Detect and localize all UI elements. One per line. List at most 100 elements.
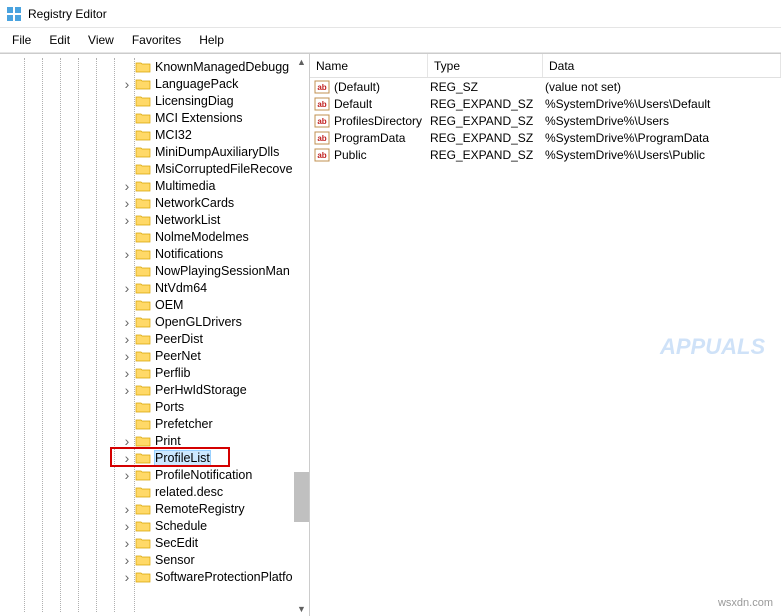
tree-item-label: Notifications (155, 247, 223, 261)
tree-item[interactable]: ›SecEdit (0, 534, 309, 551)
tree-item-label: Ports (155, 400, 184, 414)
column-header-type[interactable]: Type (428, 54, 543, 77)
tree-list[interactable]: KnownManagedDebugg›LanguagePackLicensing… (0, 58, 309, 612)
tree-spacer (120, 145, 134, 159)
chevron-right-icon[interactable]: › (120, 332, 134, 346)
tree-item[interactable]: › SoftwareProtectionPlatfo (0, 568, 309, 585)
tree-item[interactable]: ›PeerNet (0, 347, 309, 364)
tree-spacer (120, 400, 134, 414)
tree-item-label: Multimedia (155, 179, 215, 193)
svg-text:ab: ab (317, 83, 326, 92)
folder-icon (135, 196, 151, 210)
chevron-right-icon[interactable]: › (120, 468, 134, 482)
chevron-right-icon[interactable]: › (120, 247, 134, 261)
chevron-right-icon[interactable]: › (120, 315, 134, 329)
chevron-right-icon[interactable]: › (120, 553, 134, 567)
tree-item[interactable]: ›Perflib (0, 364, 309, 381)
chevron-right-icon[interactable]: › (120, 196, 134, 210)
tree-item-label: SoftwareProtectionPlatfo (155, 570, 293, 584)
scroll-down-icon[interactable]: ▼ (294, 601, 309, 616)
tree-item[interactable]: NolmeModelmes (0, 228, 309, 245)
tree-item[interactable]: MiniDumpAuxiliaryDlls (0, 143, 309, 160)
chevron-right-icon[interactable]: › (120, 536, 134, 550)
value-row[interactable]: ab(Default)REG_SZ(value not set) (310, 78, 781, 95)
folder-icon (135, 77, 151, 91)
tree-spacer (120, 230, 134, 244)
menu-favorites[interactable]: Favorites (124, 30, 189, 50)
folder-icon (135, 519, 151, 533)
chevron-right-icon[interactable]: › (120, 179, 134, 193)
tree-item[interactable]: LicensingDiag (0, 92, 309, 109)
chevron-right-icon[interactable]: › (120, 366, 134, 380)
tree-item[interactable]: › Schedule (0, 517, 309, 534)
appuals-watermark: APPUALS (660, 334, 765, 360)
column-header-name[interactable]: Name (310, 54, 428, 77)
tree-item[interactable]: related.desc (0, 483, 309, 500)
string-value-icon: ab (314, 131, 330, 145)
menu-edit[interactable]: Edit (41, 30, 78, 50)
tree-item[interactable]: OEM (0, 296, 309, 313)
chevron-right-icon[interactable]: › (120, 434, 134, 448)
folder-icon (135, 281, 151, 295)
folder-icon (135, 111, 151, 125)
tree-item-label: ProfileNotification (155, 468, 252, 482)
tree-spacer (120, 128, 134, 142)
value-row[interactable]: abDefaultREG_EXPAND_SZ%SystemDrive%\User… (310, 95, 781, 112)
tree-spacer (120, 111, 134, 125)
tree-item[interactable]: ›ProfileList (0, 449, 309, 466)
tree-item[interactable]: KnownManagedDebugg (0, 58, 309, 75)
menu-view[interactable]: View (80, 30, 122, 50)
tree-item-label: PeerDist (155, 332, 203, 346)
scrollbar-thumb[interactable] (294, 472, 309, 522)
window-title: Registry Editor (28, 7, 107, 21)
chevron-right-icon[interactable]: › (120, 451, 134, 465)
tree-item[interactable]: NowPlayingSessionMan (0, 262, 309, 279)
tree-item[interactable]: › ProfileNotification (0, 466, 309, 483)
chevron-right-icon[interactable]: › (120, 570, 134, 584)
tree-item[interactable]: ›PerHwIdStorage (0, 381, 309, 398)
string-value-icon: ab (314, 148, 330, 162)
value-list-panel: Name Type Data ab(Default)REG_SZ(value n… (310, 54, 781, 616)
tree-item[interactable]: ›Print (0, 432, 309, 449)
tree-item-label: NtVdm64 (155, 281, 207, 295)
tree-item-label: Schedule (155, 519, 207, 533)
folder-icon (135, 179, 151, 193)
column-header-data[interactable]: Data (543, 54, 781, 77)
tree-item[interactable]: ›Sensor (0, 551, 309, 568)
value-row[interactable]: abProgramDataREG_EXPAND_SZ%SystemDrive%\… (310, 129, 781, 146)
tree-item[interactable]: Prefetcher (0, 415, 309, 432)
tree-item[interactable]: MsiCorruptedFileRecove (0, 160, 309, 177)
chevron-right-icon[interactable]: › (120, 349, 134, 363)
value-name: ProfilesDirectory (334, 114, 430, 128)
chevron-right-icon[interactable]: › (120, 383, 134, 397)
chevron-right-icon[interactable]: › (120, 213, 134, 227)
tree-item[interactable]: MCI Extensions (0, 109, 309, 126)
menu-file[interactable]: File (4, 30, 39, 50)
tree-spacer (120, 417, 134, 431)
tree-item[interactable]: › NtVdm64 (0, 279, 309, 296)
value-row[interactable]: abPublicREG_EXPAND_SZ%SystemDrive%\Users… (310, 146, 781, 163)
tree-item[interactable]: ›NetworkList (0, 211, 309, 228)
value-list[interactable]: ab(Default)REG_SZ(value not set)abDefaul… (310, 78, 781, 163)
scroll-up-icon[interactable]: ▲ (294, 54, 309, 69)
menu-help[interactable]: Help (191, 30, 232, 50)
tree-item[interactable]: Ports (0, 398, 309, 415)
folder-icon (135, 451, 151, 465)
value-name: Public (334, 148, 430, 162)
chevron-right-icon[interactable]: › (120, 77, 134, 91)
tree-item[interactable]: ›LanguagePack (0, 75, 309, 92)
chevron-right-icon[interactable]: › (120, 502, 134, 516)
tree-item[interactable]: ›OpenGLDrivers (0, 313, 309, 330)
tree-item[interactable]: ›NetworkCards (0, 194, 309, 211)
chevron-right-icon[interactable]: › (120, 281, 134, 295)
tree-item[interactable]: › PeerDist (0, 330, 309, 347)
tree-item[interactable]: › Multimedia (0, 177, 309, 194)
tree-item[interactable]: › Notifications (0, 245, 309, 262)
chevron-right-icon[interactable]: › (120, 519, 134, 533)
folder-icon (135, 128, 151, 142)
tree-item[interactable]: MCI32 (0, 126, 309, 143)
title-bar: Registry Editor (0, 0, 781, 28)
tree-item[interactable]: ›RemoteRegistry (0, 500, 309, 517)
value-row[interactable]: abProfilesDirectoryREG_EXPAND_SZ%SystemD… (310, 112, 781, 129)
folder-icon (135, 536, 151, 550)
